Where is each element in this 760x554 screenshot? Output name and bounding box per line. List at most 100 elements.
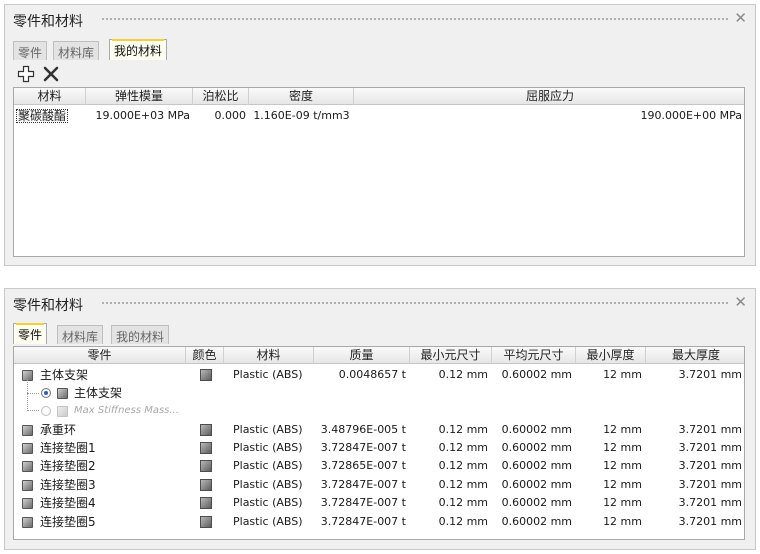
col-header-min-element[interactable]: 最小元尺寸: [410, 347, 492, 364]
mass-cell: 3.72847E-007 t: [320, 515, 406, 528]
tab-material-library[interactable]: 材料库: [57, 325, 104, 344]
panel-titlebar: 零件和材料 ✕: [5, 5, 755, 33]
avg-element-cell: 0.60002 mm: [501, 515, 572, 528]
table-row[interactable]: 主体支架 Plastic (ABS) 0.0048657 t 0.12 mm 0…: [14, 366, 744, 384]
plus-icon[interactable]: [17, 65, 35, 83]
col-header-color[interactable]: 颜色: [186, 347, 224, 364]
color-swatch[interactable]: [200, 442, 212, 454]
min-thickness-cell: 12 mm: [603, 496, 642, 509]
color-swatch[interactable]: [200, 369, 212, 381]
mass-cell: 3.48796E-005 t: [320, 423, 406, 436]
mass-cell: 3.72847E-007 t: [320, 441, 406, 454]
table-row[interactable]: 聚碳酸酯 19.000E+03 MPa 0.000 1.160E-09 t/mm…: [14, 107, 744, 125]
color-swatch[interactable]: [200, 497, 212, 509]
avg-element-cell: 0.60002 mm: [501, 423, 572, 436]
col-header-yield[interactable]: 屈服应力: [354, 88, 744, 105]
part-cube-icon: [22, 425, 33, 436]
max-thickness-cell: 3.7201 mm: [678, 423, 742, 436]
tab-material-library[interactable]: 材料库: [53, 41, 100, 60]
my-materials-table: 材料 弹性模量 泊松比 密度 屈服应力 聚碳酸酯 19.000E+03 MPa …: [13, 87, 745, 257]
drag-handle[interactable]: [101, 17, 729, 22]
table-header: 零件 颜色 材料 质量 最小元尺寸 平均元尺寸 最小厚度 最大厚度: [14, 347, 744, 364]
radio-selected-icon[interactable]: [41, 388, 51, 398]
col-header-min-thickness[interactable]: 最小厚度: [576, 347, 646, 364]
color-swatch[interactable]: [200, 516, 212, 528]
parts-materials-panel-bottom: 零件和材料 ✕ 零件 材料库 我的材料 零件 颜色 材料 质量 最小元尺寸 平均…: [4, 288, 756, 550]
part-cube-icon: [22, 461, 33, 472]
avg-element-cell: 0.60002 mm: [501, 459, 572, 472]
max-thickness-cell: 3.7201 mm: [678, 459, 742, 472]
min-element-cell: 0.12 mm: [438, 423, 488, 436]
tab-my-materials[interactable]: 我的材料: [111, 325, 170, 344]
close-icon[interactable]: ✕: [734, 295, 747, 310]
close-icon[interactable]: ✕: [734, 11, 747, 26]
col-header-max-thickness[interactable]: 最大厚度: [646, 347, 744, 364]
table-row[interactable]: 连接垫圈4 Plastic (ABS) 3.72847E-007 t 0.12 …: [14, 494, 744, 512]
subitem-label: Max Stiffness Mass...: [74, 405, 179, 416]
radio-icon[interactable]: [41, 406, 51, 416]
tree-subitem[interactable]: 主体支架: [14, 384, 744, 402]
max-thickness-cell: 3.7201 mm: [678, 441, 742, 454]
min-thickness-cell: 12 mm: [603, 441, 642, 454]
material-cell: Plastic (ABS): [233, 459, 303, 472]
part-name: 连接垫圈5: [40, 515, 96, 529]
part-cube-icon: [22, 480, 33, 491]
col-header-poisson[interactable]: 泊松比: [193, 88, 249, 105]
min-element-cell: 0.12 mm: [438, 441, 488, 454]
max-thickness-cell: 3.7201 mm: [678, 478, 742, 491]
mass-cell: 0.0048657 t: [338, 368, 406, 381]
mass-cell: 3.72847E-007 t: [320, 496, 406, 509]
avg-element-cell: 0.60002 mm: [501, 478, 572, 491]
col-header-material[interactable]: 材料: [224, 347, 314, 364]
part-cube-icon: [22, 498, 33, 509]
material-name-cell: 聚碳酸酯: [16, 107, 86, 125]
table-row[interactable]: 连接垫圈3 Plastic (ABS) 3.72847E-007 t 0.12 …: [14, 476, 744, 494]
table-row[interactable]: 承重环 Plastic (ABS) 3.48796E-005 t 0.12 mm…: [14, 421, 744, 439]
material-cell: Plastic (ABS): [233, 515, 303, 528]
avg-element-cell: 0.60002 mm: [501, 368, 572, 381]
color-swatch[interactable]: [200, 424, 212, 436]
min-element-cell: 0.12 mm: [438, 459, 488, 472]
tab-parts[interactable]: 零件: [13, 323, 48, 344]
density-cell: 1.160E-09 t/mm3: [253, 109, 350, 122]
min-element-cell: 0.12 mm: [438, 478, 488, 491]
material-cell: Plastic (ABS): [233, 368, 303, 381]
col-header-mass[interactable]: 质量: [314, 347, 410, 364]
col-header-avg-element[interactable]: 平均元尺寸: [492, 347, 576, 364]
col-header-modulus[interactable]: 弹性模量: [86, 88, 193, 105]
material-cell: Plastic (ABS): [233, 423, 303, 436]
subitem-label: 主体支架: [74, 386, 123, 400]
max-thickness-cell: 3.7201 mm: [678, 515, 742, 528]
part-name: 连接垫圈4: [40, 496, 96, 510]
part-name: 承重环: [40, 423, 77, 437]
avg-element-cell: 0.60002 mm: [501, 441, 572, 454]
table-row[interactable]: 连接垫圈1 Plastic (ABS) 3.72847E-007 t 0.12 …: [14, 439, 744, 457]
max-thickness-cell: 3.7201 mm: [678, 496, 742, 509]
table-row[interactable]: 连接垫圈2 Plastic (ABS) 3.72865E-007 t 0.12 …: [14, 457, 744, 475]
drag-handle[interactable]: [101, 301, 729, 306]
material-name: 聚碳酸酯: [16, 109, 69, 123]
col-header-density[interactable]: 密度: [249, 88, 354, 105]
col-header-part[interactable]: 零件: [14, 347, 186, 364]
x-delete-icon[interactable]: [42, 65, 60, 83]
color-swatch[interactable]: [200, 479, 212, 491]
min-thickness-cell: 12 mm: [603, 459, 642, 472]
tab-my-materials[interactable]: 我的材料: [109, 39, 168, 60]
color-swatch[interactable]: [200, 460, 212, 472]
panel-titlebar: 零件和材料 ✕: [5, 289, 755, 317]
part-cube-icon: [57, 406, 68, 417]
min-thickness-cell: 12 mm: [603, 423, 642, 436]
part-cube-icon: [22, 517, 33, 528]
min-element-cell: 0.12 mm: [438, 515, 488, 528]
material-cell: Plastic (ABS): [233, 496, 303, 509]
col-header-material[interactable]: 材料: [14, 88, 86, 105]
part-name: 主体支架: [40, 368, 89, 382]
min-thickness-cell: 12 mm: [603, 368, 642, 381]
part-name: 连接垫圈3: [40, 478, 96, 492]
table-row[interactable]: 连接垫圈5 Plastic (ABS) 3.72847E-007 t 0.12 …: [14, 513, 744, 531]
part-name: 连接垫圈2: [40, 459, 96, 473]
part-name: 连接垫圈1: [40, 441, 96, 455]
part-cube-icon: [22, 443, 33, 454]
tab-parts[interactable]: 零件: [13, 41, 48, 60]
tree-subitem[interactable]: Max Stiffness Mass...: [14, 402, 744, 420]
